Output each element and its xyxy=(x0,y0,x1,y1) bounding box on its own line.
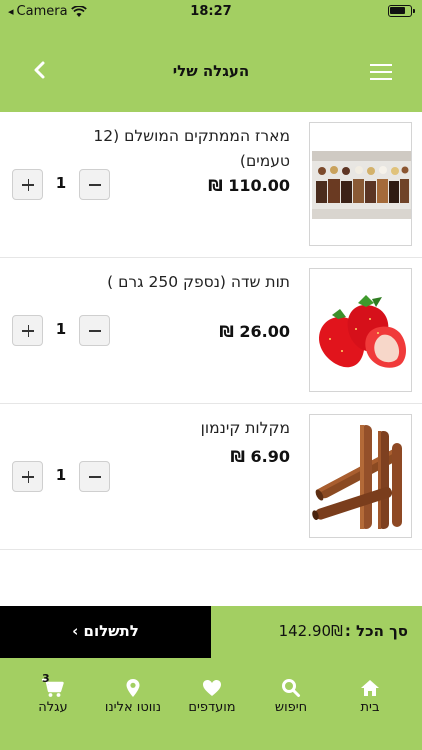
decrease-quantity-button[interactable] xyxy=(79,169,110,200)
tab-navigate[interactable]: נווטו אלינו xyxy=(88,678,178,715)
increase-quantity-button[interactable] xyxy=(12,169,43,200)
total-value: 142.90₪ xyxy=(278,622,343,640)
cart-item: מארז הממתקים המושלם (12 טעמים) 110.00 ₪ … xyxy=(0,112,422,258)
quantity-value: 1 xyxy=(55,320,67,338)
product-image-cinnamon-sticks xyxy=(309,414,412,538)
tab-search[interactable]: חיפוש xyxy=(246,678,336,715)
tab-label: נווטו אלינו xyxy=(104,700,162,715)
tab-label: מועדפים xyxy=(188,700,236,715)
product-name[interactable]: מארז הממתקים המושלם (12 טעמים) xyxy=(90,124,290,174)
product-image-strawberries xyxy=(309,268,412,392)
increase-quantity-button[interactable] xyxy=(12,461,43,492)
cart-item: תות שדה (נספק 250 גרם ) 26.00 ₪ 1 xyxy=(0,258,422,404)
tab-label: בית xyxy=(360,700,380,715)
quantity-stepper: 1 xyxy=(12,461,110,492)
quantity-stepper: 1 xyxy=(12,315,110,346)
cart-total: סך הכל :142.90₪ xyxy=(279,622,408,640)
home-icon xyxy=(361,680,379,696)
checkout-label: לתשלום xyxy=(83,622,139,640)
page-title: העגלה שלי xyxy=(172,62,250,80)
tab-label: עגלה xyxy=(38,700,68,715)
tab-home[interactable]: בית xyxy=(325,678,415,715)
product-image-chocolate-box xyxy=(309,122,412,246)
tab-favorites[interactable]: מועדפים xyxy=(167,678,257,715)
cart-item: מקלות קינמון 6.90 ₪ 1 xyxy=(0,404,422,550)
hamburger-menu-icon[interactable] xyxy=(370,64,392,80)
checkout-bar: ‹ לתשלום סך הכל :142.90₪ xyxy=(0,606,422,658)
location-pin-icon xyxy=(126,679,140,697)
status-bar: ◂ Camera 18:27 xyxy=(0,0,422,24)
product-price: 110.00 ₪ xyxy=(208,176,290,195)
tab-cart[interactable]: 3 עגלה xyxy=(8,672,98,715)
chevron-left-icon: ‹ xyxy=(72,622,79,640)
decrease-quantity-button[interactable] xyxy=(79,461,110,492)
product-name[interactable]: מקלות קינמון xyxy=(90,416,290,441)
battery-icon xyxy=(388,5,415,17)
search-icon xyxy=(282,679,300,697)
heart-icon xyxy=(203,680,221,696)
total-label: סך הכל : xyxy=(344,622,408,640)
cart-list: מארז הממתקים המושלם (12 טעמים) 110.00 ₪ … xyxy=(0,112,422,550)
product-price: 6.90 ₪ xyxy=(230,447,290,466)
quantity-stepper: 1 xyxy=(12,169,110,200)
quantity-value: 1 xyxy=(55,466,67,484)
product-name[interactable]: תות שדה (נספק 250 גרם ) xyxy=(90,270,290,295)
quantity-value: 1 xyxy=(55,174,67,192)
product-price: 26.00 ₪ xyxy=(219,322,290,341)
increase-quantity-button[interactable] xyxy=(12,315,43,346)
checkout-button[interactable]: ‹ לתשלום xyxy=(0,606,211,658)
status-time: 18:27 xyxy=(190,4,232,19)
decrease-quantity-button[interactable] xyxy=(79,315,110,346)
header: העגלה שלי xyxy=(0,24,422,112)
checkout-button-content: ‹ לתשלום xyxy=(0,622,211,640)
bottom-tab-bar: בית חיפוש מועדפים נווטו אלינו 3 עגלה xyxy=(0,658,422,750)
cart-count-badge: 3 xyxy=(42,672,50,685)
tab-label: חיפוש xyxy=(274,700,308,715)
